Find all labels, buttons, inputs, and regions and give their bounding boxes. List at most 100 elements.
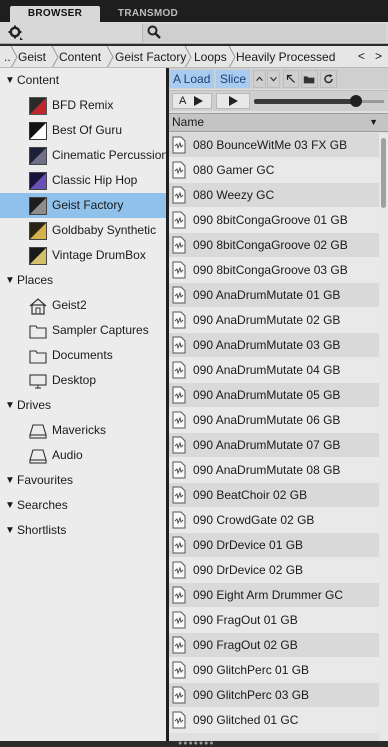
file-row[interactable]: 090 Glitched 01 GC (169, 708, 379, 733)
expand-triangle-icon: ▼ (5, 275, 15, 286)
column-header-name[interactable]: Name ▼ (169, 113, 388, 132)
tree-section-label: Content (17, 73, 60, 87)
file-row[interactable]: 090 GlitchPerc 03 GB (169, 683, 379, 708)
breadcrumb-separator-icon (228, 46, 236, 67)
bfd-remix-icon (29, 97, 47, 115)
file-row[interactable]: 090 FragOut 01 GB (169, 608, 379, 633)
best-of-guru-icon (29, 122, 47, 140)
folder-open-icon[interactable] (301, 70, 318, 88)
file-row[interactable]: 090 AnaDrumMutate 08 GB (169, 458, 379, 483)
tab-browser[interactable]: BROWSER (10, 6, 100, 22)
search-input[interactable] (142, 24, 386, 42)
gear-icon[interactable] (8, 25, 24, 41)
breadcrumb: .. Geist Content Geist Factory Loops Hea… (0, 46, 388, 68)
slice-button[interactable]: Slice (216, 70, 251, 88)
chevron-down-icon[interactable] (267, 70, 280, 88)
file-row[interactable]: 090 GlitchPerc 01 GB (169, 658, 379, 683)
back-arrow-icon[interactable]: < (358, 49, 365, 63)
a-play-button[interactable]: A (172, 93, 212, 109)
file-row[interactable]: 090 AnaDrumMutate 06 GB (169, 408, 379, 433)
file-name: 090 FragOut 02 GB (193, 638, 298, 652)
file-row[interactable]: 090 8bitCongaGroove 01 GB (169, 208, 379, 233)
preview-play-button[interactable] (216, 93, 250, 109)
tree-item-documents[interactable]: Documents (0, 343, 166, 368)
audio-file-icon (172, 536, 186, 554)
tree-item-goldbaby-synthetic[interactable]: Goldbaby Synthetic (0, 218, 166, 243)
tree-item-vintage-drumbox[interactable]: Vintage DrumBox (0, 243, 166, 268)
file-row[interactable]: 090 AnaDrumMutate 07 GB (169, 433, 379, 458)
file-name: 090 AnaDrumMutate 01 GB (193, 288, 341, 302)
tree-section-places[interactable]: ▼ Places (0, 268, 166, 293)
breadcrumb-item-geist[interactable]: Geist (18, 50, 46, 64)
file-panel: A Load Slice A Name ▼ 080 BounceWitMe 03… (169, 68, 388, 741)
breadcrumb-item-geist-factory[interactable]: Geist Factory (115, 50, 186, 64)
tree-item-desktop[interactable]: Desktop (0, 368, 166, 393)
file-row[interactable]: 080 Weezy GC (169, 183, 379, 208)
file-row[interactable]: 090 BeatChoir 02 GB (169, 483, 379, 508)
forward-arrow-icon[interactable]: > (375, 49, 382, 63)
tree-item-best-of-guru[interactable]: Best Of Guru (0, 118, 166, 143)
file-row[interactable]: 090 CrowdGate 02 GB (169, 508, 379, 533)
scrollbar-thumb[interactable] (381, 138, 386, 208)
file-row[interactable]: 090 DrDevice 01 GB (169, 533, 379, 558)
audio-file-icon (172, 361, 186, 379)
audio-file-icon (172, 511, 186, 529)
tree-item-mavericks[interactable]: Mavericks (0, 418, 166, 443)
file-row[interactable]: 090 AnaDrumMutate 03 GB (169, 333, 379, 358)
breadcrumb-nav: < > (354, 46, 388, 67)
volume-slider-handle[interactable] (350, 95, 363, 107)
tree-item-bfd-remix[interactable]: BFD Remix (0, 93, 166, 118)
file-list-scrollbar[interactable] (379, 133, 388, 741)
tree-item-label: Geist2 (52, 298, 87, 312)
file-row[interactable]: 090 DrDevice 02 GB (169, 558, 379, 583)
tree-item-classic-hip-hop[interactable]: Classic Hip Hop (0, 168, 166, 193)
file-row[interactable]: 090 AnaDrumMutate 01 GB (169, 283, 379, 308)
file-name: 090 BeatChoir 02 GB (193, 488, 308, 502)
expand-triangle-icon: ▼ (5, 525, 15, 536)
breadcrumb-item-content[interactable]: Content (59, 50, 101, 64)
tree-item-sampler-captures[interactable]: Sampler Captures (0, 318, 166, 343)
file-row[interactable]: 090 AnaDrumMutate 05 GB (169, 383, 379, 408)
file-name: 090 AnaDrumMutate 07 GB (193, 438, 341, 452)
tree-section-favourites[interactable]: ▼ Favourites (0, 468, 166, 493)
expand-triangle-icon: ▼ (5, 400, 15, 411)
file-row[interactable]: 090 AnaDrumMutate 04 GB (169, 358, 379, 383)
folder-icon (29, 325, 47, 339)
a-load-button[interactable]: A Load (169, 70, 215, 88)
tree-section-content[interactable]: ▼ Content (0, 68, 166, 93)
tree-item-geist2[interactable]: Geist2 (0, 293, 166, 318)
file-row[interactable]: 090 Eight Arm Drummer GC (169, 583, 379, 608)
tree-section-searches[interactable]: ▼ Searches (0, 493, 166, 518)
file-name: 090 8bitCongaGroove 01 GB (193, 213, 348, 227)
volume-slider[interactable] (254, 99, 357, 104)
file-name: 090 Glitched 01 GC (193, 713, 299, 727)
file-name: 090 FragOut 01 GB (193, 613, 298, 627)
tree-section-shortlists[interactable]: ▼ Shortlists (0, 518, 166, 543)
refresh-icon[interactable] (320, 70, 337, 88)
audio-file-icon (172, 636, 186, 654)
chevron-up-icon[interactable] (253, 70, 266, 88)
column-header-label: Name (172, 115, 205, 129)
tab-transmod[interactable]: TRANSMOD (108, 6, 188, 22)
play-icon (194, 96, 203, 106)
file-row[interactable]: 090 8bitCongaGroove 03 GB (169, 258, 379, 283)
file-name: 090 DrDevice 01 GB (193, 538, 304, 552)
breadcrumb-item-loops[interactable]: Loops (194, 50, 227, 64)
tree-section-drives[interactable]: ▼ Drives (0, 393, 166, 418)
file-row[interactable]: 080 BounceWitMe 03 FX GB (169, 133, 379, 158)
file-row[interactable]: 080 Gamer GC (169, 158, 379, 183)
breadcrumb-item-heavily-processed[interactable]: Heavily Processed (236, 50, 335, 64)
file-row[interactable]: 090 AnaDrumMutate 02 GB (169, 308, 379, 333)
tree-item-geist-factory[interactable]: Geist Factory (0, 193, 166, 218)
tree-item-label: Geist Factory (52, 198, 124, 212)
tree-section-label: Places (17, 273, 54, 287)
resize-grip-icon[interactable]: ●●●●●●● (178, 740, 218, 747)
file-row[interactable]: 090 FragOut 02 GB (169, 633, 379, 658)
file-row[interactable]: 090 8bitCongaGroove 02 GB (169, 233, 379, 258)
tree-item-label: Vintage DrumBox (52, 248, 146, 262)
audio-file-icon (172, 286, 186, 304)
up-level-arrow-icon[interactable] (283, 70, 299, 88)
tree-item-cinematic-percussion[interactable]: Cinematic Percussion (0, 143, 168, 168)
tree-item-audio[interactable]: Audio (0, 443, 166, 468)
file-name: 080 Gamer GC (193, 163, 275, 177)
